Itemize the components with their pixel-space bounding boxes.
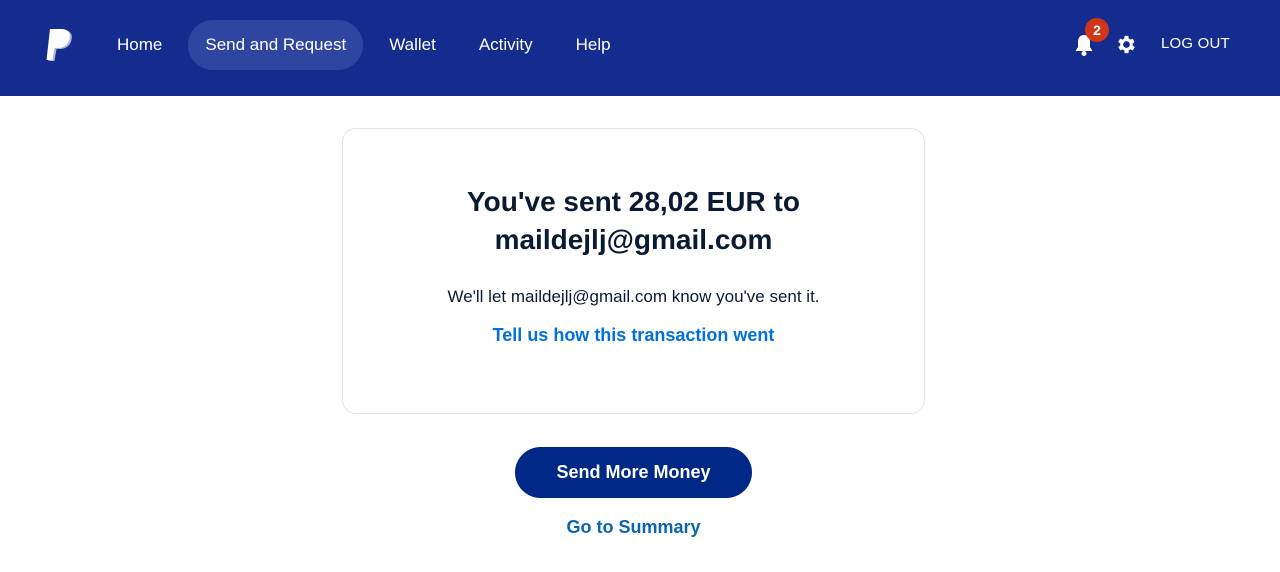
nav-item-label: Wallet (389, 35, 436, 54)
send-more-money-label: Send More Money (556, 462, 711, 482)
paypal-logo-icon[interactable] (46, 29, 74, 63)
headline-amount-line: You've sent 28,02 EUR to (467, 186, 800, 217)
notification-count-badge: 2 (1085, 18, 1109, 42)
main-nav: Home Send and Request Wallet Activity He… (100, 20, 637, 70)
notification-message: We'll let maildejlj@gmail.com know you'v… (447, 287, 820, 306)
settings-button[interactable] (1115, 33, 1138, 56)
nav-item-label: Help (575, 35, 611, 54)
logout-link[interactable]: LOG OUT (1161, 35, 1230, 52)
nav-item-send-and-request[interactable]: Send and Request (188, 20, 364, 70)
nav-item-label: Activity (478, 35, 533, 54)
nav-item-help[interactable]: Help (559, 20, 628, 70)
confirmation-card: You've sent 28,02 EUR to maildejlj@gmail… (342, 128, 925, 414)
transaction-feedback-link[interactable]: Tell us how this transaction went (343, 325, 924, 346)
gear-icon (1118, 35, 1135, 54)
top-navigation-bar: Home Send and Request Wallet Activity He… (0, 0, 1280, 96)
send-more-money-button[interactable]: Send More Money (515, 447, 752, 498)
confirmation-headline: You've sent 28,02 EUR to maildejlj@gmail… (343, 183, 924, 259)
headline-recipient-line: maildejlj@gmail.com (494, 224, 773, 255)
nav-item-label: Home (117, 35, 163, 54)
nav-item-wallet[interactable]: Wallet (372, 20, 453, 70)
nav-item-activity[interactable]: Activity (462, 20, 550, 70)
go-to-summary-link[interactable]: Go to Summary (0, 517, 1267, 538)
nav-item-label: Send and Request (205, 35, 347, 54)
nav-item-home[interactable]: Home (100, 20, 179, 70)
